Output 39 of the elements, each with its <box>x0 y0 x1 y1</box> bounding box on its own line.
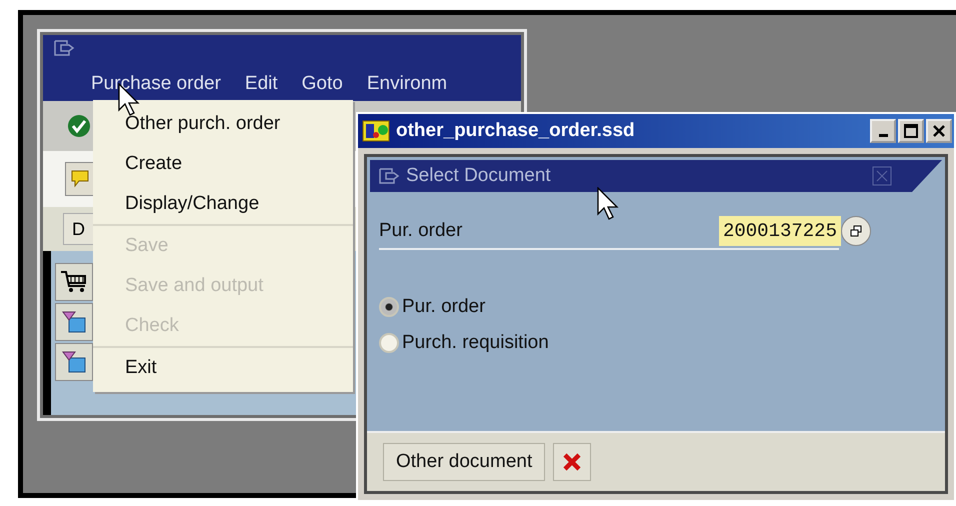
radio-button[interactable] <box>379 333 399 353</box>
window-title: other_purchase_order.ssd <box>396 120 636 142</box>
app-menu-icon[interactable] <box>53 39 75 57</box>
app-menu-icon[interactable] <box>378 167 400 185</box>
field-label: Pur. order <box>379 219 464 243</box>
radio-button[interactable] <box>379 297 399 317</box>
radio-label[interactable]: Pur. order <box>402 296 486 318</box>
minimize-button[interactable] <box>870 119 896 143</box>
tool-button[interactable] <box>65 162 95 196</box>
document-icon <box>61 310 87 334</box>
app-icon <box>362 120 390 142</box>
minimize-icon <box>878 134 888 136</box>
close-icon <box>932 124 946 138</box>
radio-label[interactable]: Purch. requisition <box>402 332 549 354</box>
menu-item[interactable]: Exit <box>93 348 353 388</box>
document-icon <box>61 350 87 374</box>
menu-title[interactable]: Environm <box>366 73 448 95</box>
other-document-button[interactable]: Other document <box>383 443 546 481</box>
check-icon[interactable] <box>67 114 91 138</box>
tree-item[interactable] <box>55 343 93 381</box>
input-field[interactable]: 2000137225 <box>718 216 841 246</box>
menu-title[interactable]: Purchase order <box>91 73 221 95</box>
tree-item[interactable] <box>55 303 93 341</box>
cancel-button[interactable] <box>553 443 592 481</box>
note-icon <box>71 169 89 189</box>
cancel-icon <box>561 451 584 473</box>
menu-item[interactable]: Other purch. order <box>93 104 353 144</box>
cursor-icon <box>597 187 621 221</box>
maximize-icon <box>904 124 918 138</box>
value-help-button[interactable] <box>841 216 871 246</box>
menu-title[interactable]: Edit <box>244 73 278 95</box>
menu-item[interactable]: Create <box>93 144 353 184</box>
menu-title[interactable]: Goto <box>302 73 343 95</box>
windows-icon <box>850 225 862 237</box>
maximize-button[interactable] <box>898 119 924 143</box>
tree-item[interactable] <box>55 263 93 301</box>
close-button[interactable] <box>926 119 952 143</box>
dialog-title: Select Document <box>406 165 552 187</box>
cart-icon <box>59 269 89 295</box>
